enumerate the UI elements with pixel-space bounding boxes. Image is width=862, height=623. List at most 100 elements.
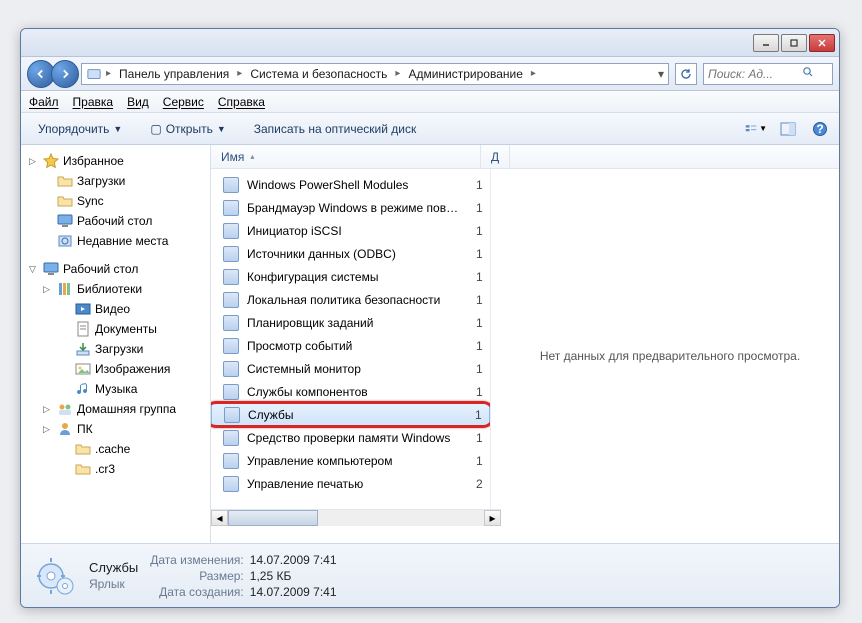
details-pane: Службы Ярлык Дата изменения:14.07.2009 7… xyxy=(21,543,839,607)
forward-button[interactable] xyxy=(51,60,79,88)
file-row[interactable]: Службы компонентов1 xyxy=(211,380,490,403)
file-date: 1 xyxy=(476,270,490,284)
chevron-right-icon: ▸ xyxy=(237,68,242,79)
file-name: Службы xyxy=(248,408,467,422)
file-row[interactable]: Инициатор iSCSI1 xyxy=(211,219,490,242)
file-list[interactable]: Windows PowerShell Modules1Брандмауэр Wi… xyxy=(211,169,491,509)
file-name: Инициатор iSCSI xyxy=(247,224,468,238)
expander-icon[interactable]: ▽ xyxy=(29,264,39,275)
file-date: 1 xyxy=(476,362,490,376)
sidebar-item[interactable]: Загрузки xyxy=(23,339,208,359)
sidebar-item[interactable]: Видео xyxy=(23,299,208,319)
shortcut-icon xyxy=(223,269,239,285)
body: ▷ИзбранноеЗагрузкиSyncРабочий столНедавн… xyxy=(21,145,839,543)
sidebar-item[interactable]: Музыка xyxy=(23,379,208,399)
file-date: 1 xyxy=(476,293,490,307)
file-row[interactable]: Планировщик заданий1 xyxy=(211,311,490,334)
shortcut-icon xyxy=(223,453,239,469)
expander-icon[interactable]: ▷ xyxy=(43,424,53,435)
horizontal-scrollbar[interactable]: ◂ ▸ xyxy=(211,509,501,526)
sidebar-item[interactable]: Рабочий стол xyxy=(23,211,208,231)
breadcrumb[interactable]: Система и безопасность xyxy=(246,65,391,83)
sidebar-item[interactable]: ▷ПК xyxy=(23,419,208,439)
refresh-button[interactable] xyxy=(675,63,697,85)
file-name: Просмотр событий xyxy=(247,339,468,353)
menu-tools[interactable]: Сервис xyxy=(163,95,204,109)
expander-icon[interactable]: ▷ xyxy=(29,156,39,167)
sidebar-item-label: Рабочий стол xyxy=(77,214,152,228)
search-box[interactable] xyxy=(703,63,833,85)
documents-icon xyxy=(75,321,91,337)
file-row[interactable]: Средство проверки памяти Windows1 xyxy=(211,426,490,449)
file-row[interactable]: Системный монитор 1 xyxy=(211,357,490,380)
column-date[interactable]: Д xyxy=(481,145,510,168)
star-icon xyxy=(43,153,59,169)
preview-pane-button[interactable] xyxy=(777,118,799,140)
file-date: 1 xyxy=(476,201,490,215)
svg-text:?: ? xyxy=(816,122,823,136)
breadcrumb[interactable]: Администрирование xyxy=(404,65,526,83)
sidebar-item[interactable]: Sync xyxy=(23,191,208,211)
sidebar-item[interactable]: Документы xyxy=(23,319,208,339)
music-icon xyxy=(75,381,91,397)
images-icon xyxy=(75,361,91,377)
file-row[interactable]: Конфигурация системы 1 xyxy=(211,265,490,288)
sidebar-item-label: Музыка xyxy=(95,382,137,396)
file-row[interactable]: Управление печатью2 xyxy=(211,472,490,495)
sidebar-item[interactable]: Изображения xyxy=(23,359,208,379)
sidebar-item[interactable]: .cr3 xyxy=(23,459,208,479)
file-date: 1 xyxy=(476,431,490,445)
file-name: Брандмауэр Windows в режиме повы... xyxy=(247,201,468,215)
column-name[interactable]: Имя▴ xyxy=(211,145,481,168)
help-button[interactable]: ? xyxy=(809,118,831,140)
breadcrumb-bar[interactable]: ▸ Панель управления ▸ Система и безопасн… xyxy=(81,63,669,85)
menu-file[interactable]: Файл xyxy=(29,95,59,109)
file-row[interactable]: Службы1 xyxy=(211,403,490,426)
homegroup-icon xyxy=(57,401,73,417)
scroll-left-button[interactable]: ◂ xyxy=(211,510,228,526)
file-name: Управление печатью xyxy=(247,477,468,491)
maximize-button[interactable] xyxy=(781,34,807,52)
scroll-right-button[interactable]: ▸ xyxy=(484,510,501,526)
sidebar-item[interactable]: ▽Рабочий стол xyxy=(23,259,208,279)
shortcut-icon xyxy=(223,246,239,262)
file-row[interactable]: Windows PowerShell Modules1 xyxy=(211,173,490,196)
dropdown-icon[interactable]: ▾ xyxy=(658,67,664,81)
detail-value: 14.07.2009 7:41 xyxy=(250,553,337,567)
desktop-icon xyxy=(43,261,59,277)
file-row[interactable]: Локальная политика безопасности1 xyxy=(211,288,490,311)
file-name: Windows PowerShell Modules xyxy=(247,178,468,192)
shortcut-icon xyxy=(223,315,239,331)
burn-button[interactable]: Записать на оптический диск xyxy=(245,118,426,140)
search-input[interactable] xyxy=(708,67,798,81)
view-options-button[interactable]: ▼ xyxy=(745,118,767,140)
expander-icon[interactable]: ▷ xyxy=(43,284,53,295)
sidebar-item[interactable]: Недавние места xyxy=(23,231,208,251)
expander-icon[interactable]: ▷ xyxy=(43,404,53,415)
file-name: Конфигурация системы xyxy=(247,270,468,284)
file-row[interactable]: Источники данных (ODBC)1 xyxy=(211,242,490,265)
menu-view[interactable]: Вид xyxy=(127,95,149,109)
sidebar-item[interactable]: Загрузки xyxy=(23,171,208,191)
navigation-pane[interactable]: ▷ИзбранноеЗагрузкиSyncРабочий столНедавн… xyxy=(21,145,211,543)
sidebar-item[interactable]: ▷Библиотеки xyxy=(23,279,208,299)
file-date: 1 xyxy=(476,316,490,330)
menu-edit[interactable]: Правка xyxy=(73,95,114,109)
search-icon xyxy=(802,66,814,81)
sidebar-item[interactable]: ▷Избранное xyxy=(23,151,208,171)
file-row[interactable]: Управление компьютером1 xyxy=(211,449,490,472)
menu-help[interactable]: Справка xyxy=(218,95,265,109)
minimize-button[interactable] xyxy=(753,34,779,52)
scroll-thumb[interactable] xyxy=(228,510,318,526)
file-row[interactable]: Брандмауэр Windows в режиме повы... 1 xyxy=(211,196,490,219)
file-name: Системный монитор xyxy=(247,362,468,376)
libraries-icon xyxy=(57,281,73,297)
breadcrumb[interactable]: Панель управления xyxy=(115,65,233,83)
sidebar-item[interactable]: ▷Домашняя группа xyxy=(23,399,208,419)
close-button[interactable] xyxy=(809,34,835,52)
sidebar-item[interactable]: .cache xyxy=(23,439,208,459)
file-row[interactable]: Просмотр событий1 xyxy=(211,334,490,357)
open-button[interactable]: ▢Открыть ▼ xyxy=(141,118,234,140)
organize-button[interactable]: Упорядочить ▼ xyxy=(29,118,131,140)
recent-icon xyxy=(57,233,73,249)
